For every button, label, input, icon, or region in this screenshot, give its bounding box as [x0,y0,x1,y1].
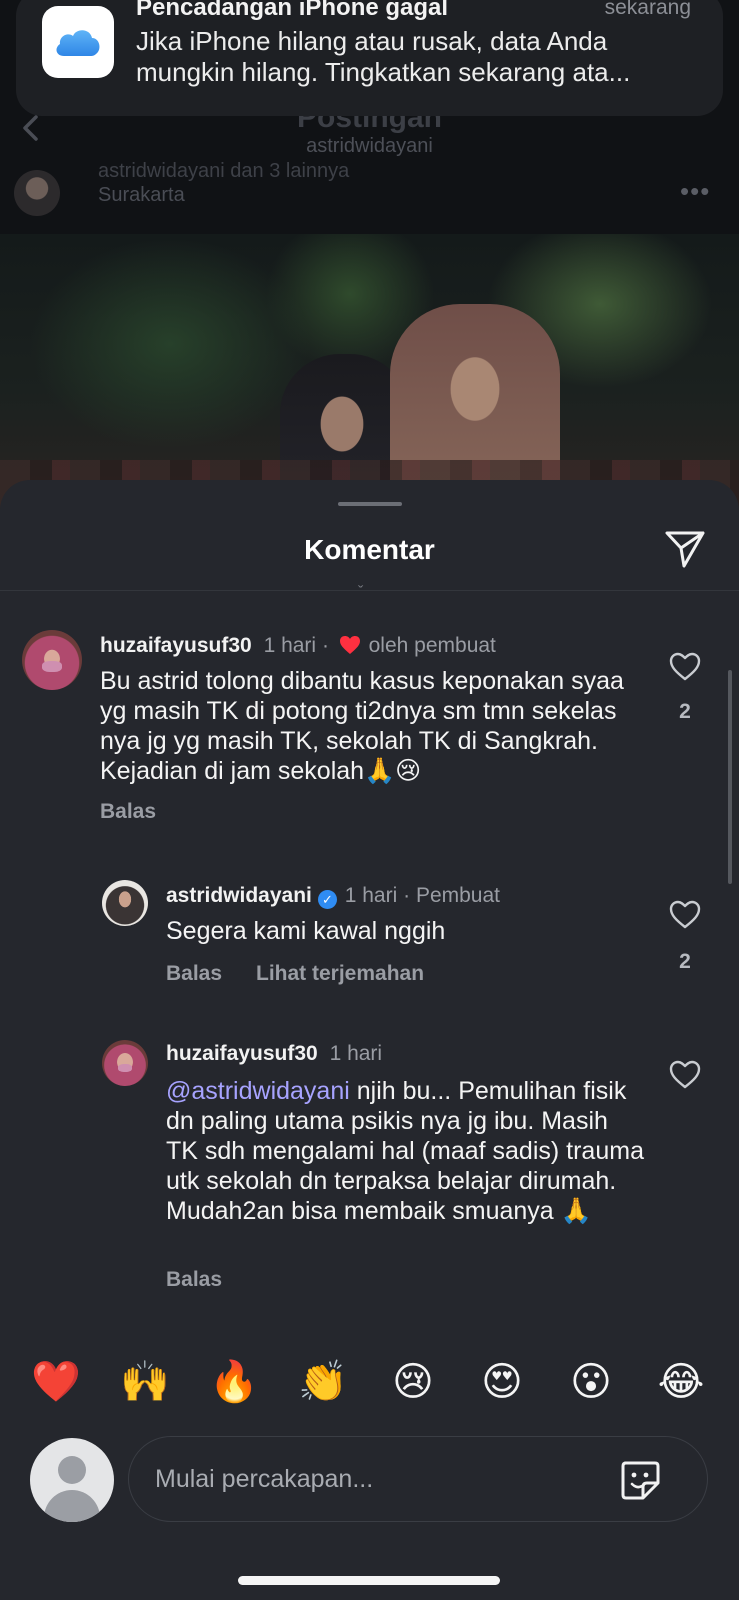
comment-header: huzaifayusuf30 1 hari · oleh pembuat [100,634,496,658]
notification-time: sekarang [604,0,691,19]
comment-text: @astridwidayani njih bu... Pemulihan fis… [166,1076,646,1226]
reaction-fire[interactable]: 🔥 [204,1352,264,1412]
comment-header: huzaifayusuf30 1 hari [166,1042,382,1066]
commenter-avatar[interactable] [22,630,82,690]
like-heart-icon[interactable] [668,1060,702,1090]
notification-body: Jika iPhone hilang atau rusak, data Anda… [136,26,631,87]
separator: · [403,884,411,907]
like-count: 2 [679,950,691,973]
send-icon[interactable] [662,526,708,572]
commenter-avatar[interactable] [102,880,148,926]
comment-time: 1 hari [344,884,398,907]
avatar-head [58,1456,86,1484]
comment-time: 1 hari [263,634,317,657]
sticker-icon[interactable] [617,1457,663,1503]
sheet-grabber[interactable] [338,502,402,506]
post-header-username[interactable]: astridwidayani [0,135,739,158]
reaction-heart-eyes[interactable]: 😍 [472,1352,532,1412]
mention-link[interactable]: @astridwidayani [166,1077,350,1105]
notification-title: Pencadangan iPhone gagal [136,0,449,21]
icloud-icon [42,6,114,78]
comment-input[interactable]: Mulai percakapan... [128,1436,708,1522]
sheet-divider [0,590,739,591]
commenter-username[interactable]: huzaifayusuf30 [100,634,252,657]
more-horizontal-icon[interactable]: ••• [680,176,710,207]
previous-comments-hint: ˇ [358,584,364,601]
avatar-body [44,1490,100,1522]
like-heart-icon[interactable] [668,652,702,682]
reaction-surprised[interactable]: 😮 [561,1352,621,1412]
separator: · [321,634,329,657]
reaction-heart[interactable]: ❤️ [26,1352,86,1412]
commenter-avatar[interactable] [102,1040,148,1086]
comment-composer: Mulai percakapan... [0,1430,739,1530]
comment-time: 1 hari [329,1042,383,1065]
commenter-username[interactable]: huzaifayusuf30 [166,1042,318,1065]
comment-header: astridwidayani ✓ 1 hari · Pembuat [166,884,500,909]
reply-button[interactable]: Balas [166,1268,222,1292]
comment-text: Bu astrid tolong dibantu kasus keponakan… [100,667,624,785]
reply-button[interactable]: Balas [100,800,156,824]
author-name[interactable]: astridwidayani dan 3 lainnya [98,160,349,183]
comment-input-placeholder: Mulai percakapan... [155,1465,374,1493]
reply-button[interactable]: Balas [166,962,222,986]
comment-item: huzaifayusuf30 1 hari · oleh pembuat Bu … [0,630,739,830]
quick-reaction-bar: ❤️ 🙌 🔥 👏 😢 😍 😮 😂 [0,1352,739,1416]
creator-like-badge: oleh pembuat [368,634,496,657]
reaction-clapping[interactable]: 👏 [293,1352,353,1412]
reply-item: huzaifayusuf30 1 hari @astridwidayani nj… [0,1040,739,1300]
like-heart-icon[interactable] [668,900,702,930]
sheet-title: Komentar [304,534,435,565]
post-location[interactable]: Surakarta [98,184,185,207]
liked-by-creator-heart-icon [339,636,360,654]
post-photo [0,234,739,520]
home-indicator[interactable] [238,1576,500,1585]
icloud-backup-notification[interactable]: Pencadangan iPhone gagal sekarang Jika i… [16,0,723,116]
see-translation-button[interactable]: Lihat terjemahan [256,962,424,986]
verified-badge-icon: ✓ [317,890,337,909]
post-author-row: astridwidayani dan 3 lainnya Surakarta •… [0,160,739,230]
reaction-crying[interactable]: 😢 [383,1352,443,1412]
author-avatar[interactable] [14,170,60,216]
like-count: 2 [679,700,691,723]
comment-text: Segera kami kawal nggih [166,917,446,945]
current-user-avatar [30,1438,114,1522]
creator-badge: Pembuat [415,884,501,907]
commenter-username[interactable]: astridwidayani [166,884,312,907]
reaction-laughing[interactable]: 😂 [651,1352,711,1412]
reaction-raising-hands[interactable]: 🙌 [115,1352,175,1412]
reply-item: astridwidayani ✓ 1 hari · Pembuat Segera … [0,880,739,1010]
